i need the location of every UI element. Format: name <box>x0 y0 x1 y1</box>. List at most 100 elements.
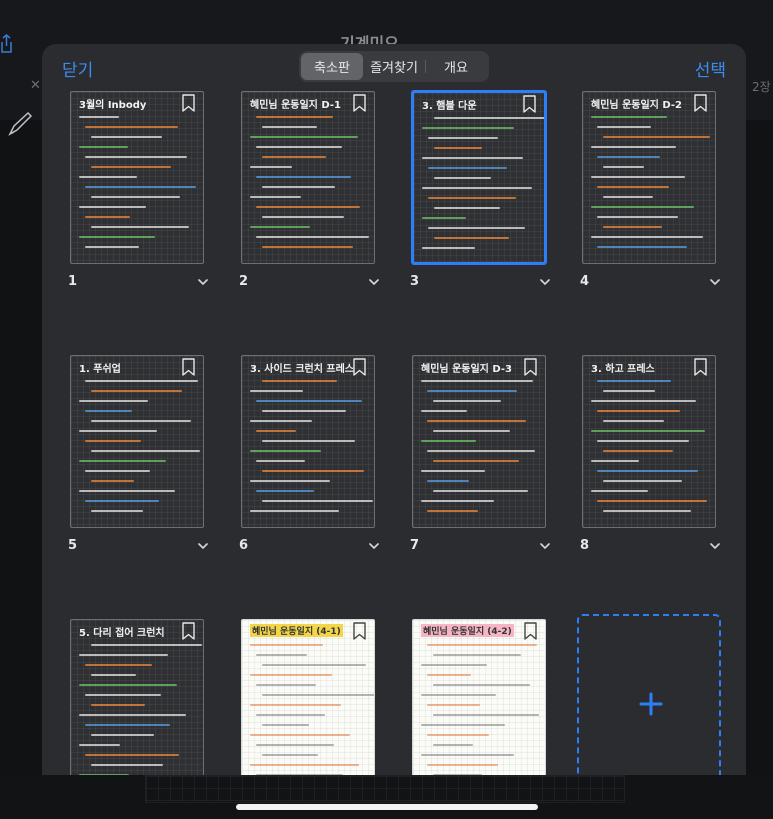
page-number: 2 <box>239 274 249 289</box>
handwriting-line <box>591 176 685 178</box>
page-thumbnail[interactable]: 혜민님 운동일지 D-1 <box>241 91 375 264</box>
handwriting-line <box>597 126 651 128</box>
handwriting-line <box>250 704 341 706</box>
page-thumbnail[interactable]: 5. 다리 접어 크런치 <box>70 619 204 775</box>
handwriting-line <box>433 654 521 656</box>
handwriting-line <box>256 490 314 492</box>
handwriting-line <box>91 644 202 646</box>
handwriting-line <box>250 450 321 452</box>
page-number: 7 <box>410 538 420 553</box>
handwriting-line <box>603 166 644 168</box>
handwriting-line <box>250 764 359 766</box>
handwriting-line <box>262 246 353 248</box>
bookmark-icon[interactable] <box>182 358 195 376</box>
handwriting-line <box>421 440 476 442</box>
page-thumbnail[interactable]: 3. 하고 프레스 <box>582 355 716 528</box>
handwriting-line <box>428 137 498 139</box>
page-thumbnail-title: 3. 사이드 크런치 프레스 <box>250 364 355 375</box>
handwriting-line <box>79 490 175 492</box>
page-number: 1 <box>68 274 78 289</box>
handwriting-line <box>262 410 346 412</box>
handwriting-line <box>250 390 303 392</box>
close-icon: ✕ <box>30 78 41 93</box>
handwriting-line <box>250 510 339 512</box>
page-thumbnail-title: 혜민님 운동일지 D-2 <box>591 100 682 111</box>
handwriting-line <box>597 500 707 502</box>
handwriting-line <box>79 236 155 238</box>
handwriting-line <box>597 246 687 248</box>
handwriting-line <box>79 400 148 402</box>
handwriting-line <box>597 470 698 472</box>
bookmark-icon[interactable] <box>182 94 195 112</box>
handwriting-line <box>256 236 369 238</box>
handwriting-line <box>85 216 130 218</box>
chevron-down-icon[interactable] <box>198 543 208 550</box>
handwriting-line <box>262 186 335 188</box>
chevron-down-icon[interactable] <box>540 279 550 286</box>
page-thumbnail[interactable]: 혜민님 운동일지 (4-1) <box>241 619 375 775</box>
handwriting-line <box>256 146 342 148</box>
handwriting-line <box>250 734 350 736</box>
page-thumbnail[interactable]: 3월의 Inbody <box>70 91 204 264</box>
page-thumbnail[interactable]: 3. 햄블 다운 <box>411 90 547 265</box>
handwriting-line <box>256 400 362 402</box>
bookmark-icon[interactable] <box>353 94 366 112</box>
handwriting-line <box>422 127 514 129</box>
page-thumbnail[interactable]: 혜민님 운동일지 (4-2) <box>412 619 546 775</box>
handwriting-line <box>79 684 177 686</box>
bookmark-icon[interactable] <box>182 622 195 640</box>
tab-favorites[interactable]: 즐겨찾기 <box>363 53 425 80</box>
handwriting-line <box>591 146 676 148</box>
handwriting-line <box>262 126 317 128</box>
page-thumbnail[interactable]: 3. 사이드 크런치 프레스 <box>241 355 375 528</box>
handwriting-line <box>250 226 310 228</box>
chevron-down-icon[interactable] <box>198 279 208 286</box>
page-thumbnail[interactable]: 혜민님 운동일지 D-2 <box>582 91 716 264</box>
chevron-down-icon[interactable] <box>710 543 720 550</box>
handwriting-line <box>256 744 334 746</box>
handwriting-line <box>427 704 480 706</box>
handwriting-line <box>433 430 510 432</box>
bookmark-icon[interactable] <box>694 358 707 376</box>
handwriting-line <box>262 694 374 696</box>
handwriting-line <box>597 380 671 382</box>
page-number: 4 <box>580 274 590 289</box>
chevron-down-icon[interactable] <box>369 279 379 286</box>
handwriting-line <box>603 196 653 198</box>
page-thumbnail[interactable]: 1. 푸쉬업 <box>70 355 204 528</box>
handwriting-line <box>427 420 526 422</box>
bookmark-icon[interactable] <box>353 622 366 640</box>
handwriting-line <box>91 226 189 228</box>
close-button[interactable]: 닫기 <box>62 56 93 81</box>
bookmark-icon[interactable] <box>524 622 537 640</box>
handwriting-line <box>422 217 466 219</box>
bookmark-icon[interactable] <box>353 358 366 376</box>
tab-outline[interactable]: 개요 <box>425 53 487 80</box>
handwriting-line <box>427 390 517 392</box>
page-thumbnail-title: 5. 다리 접어 크런치 <box>79 628 165 639</box>
page-thumbnail[interactable]: 혜민님 운동일지 D-3 <box>412 355 546 528</box>
handwriting-line <box>85 126 178 128</box>
plus-icon <box>639 692 663 716</box>
handwriting-line <box>603 390 655 392</box>
add-page-button[interactable] <box>577 614 721 775</box>
bookmark-icon[interactable] <box>694 94 707 112</box>
page-thumbnail-title: 3. 햄블 다운 <box>422 101 477 112</box>
handwriting-line <box>250 644 323 646</box>
chevron-down-icon[interactable] <box>369 543 379 550</box>
tab-thumbnails[interactable]: 축소판 <box>301 53 363 80</box>
page-number: 3 <box>410 274 420 289</box>
bookmark-icon[interactable] <box>523 95 536 113</box>
bookmark-icon[interactable] <box>524 358 537 376</box>
handwriting-line <box>256 684 316 686</box>
handwriting-line <box>250 136 358 138</box>
handwriting-line <box>597 410 680 412</box>
share-icon <box>1 34 12 53</box>
handwriting-line <box>250 480 330 482</box>
handwriting-line <box>422 157 523 159</box>
chevron-down-icon[interactable] <box>540 543 550 550</box>
select-button[interactable]: 선택 <box>695 56 726 81</box>
handwriting-line <box>603 450 673 452</box>
chevron-down-icon[interactable] <box>710 279 720 286</box>
handwriting-line <box>434 117 544 119</box>
